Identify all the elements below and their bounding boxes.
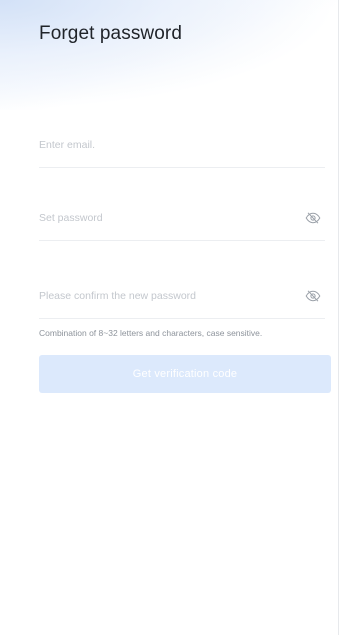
get-verification-code-button[interactable]: Get verification code <box>39 355 331 393</box>
confirm-password-field <box>39 274 325 319</box>
email-input[interactable] <box>39 123 279 167</box>
email-field <box>39 123 325 168</box>
password-input[interactable] <box>39 196 279 240</box>
confirm-password-input[interactable] <box>39 274 279 318</box>
page-title: Forget password <box>39 23 183 44</box>
eye-off-icon[interactable] <box>305 290 321 302</box>
header-background-gradient <box>0 0 339 110</box>
forget-password-screen: Forget password Combination of 8~32 lett… <box>0 0 339 635</box>
password-rule-hint: Combination of 8~32 letters and characte… <box>39 328 263 338</box>
password-field <box>39 196 325 241</box>
eye-off-icon[interactable] <box>305 212 321 224</box>
